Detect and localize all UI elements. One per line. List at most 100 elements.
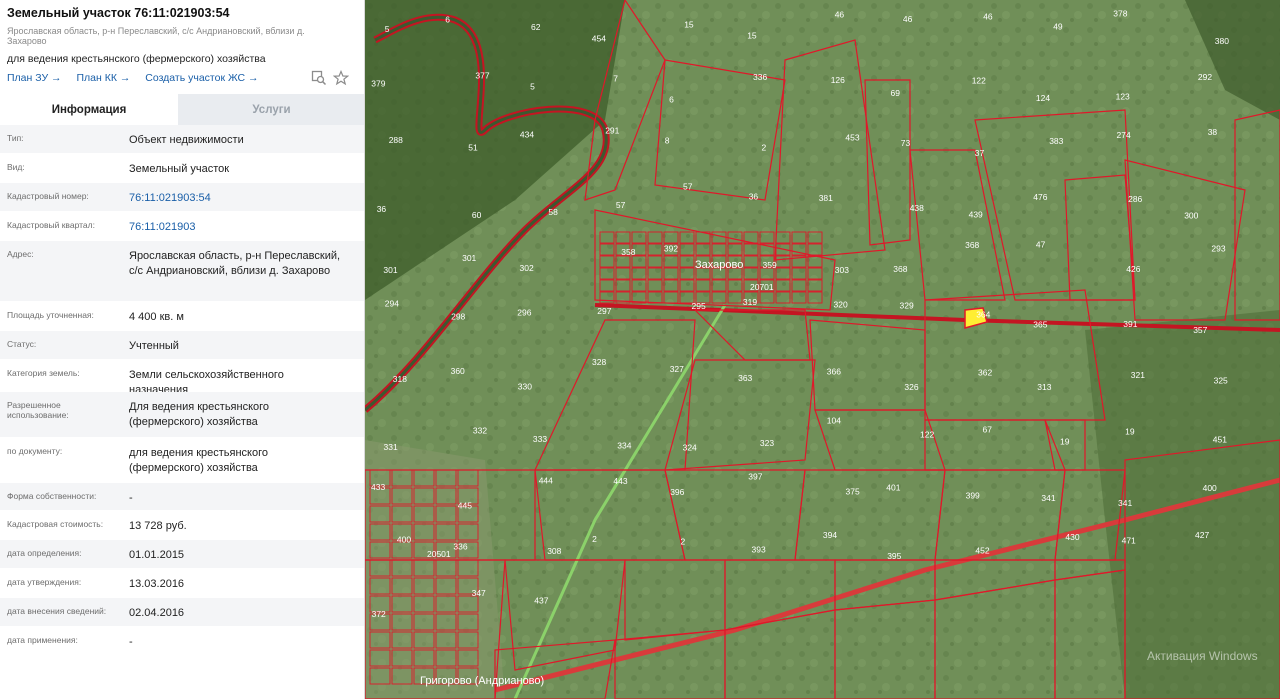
parcel-number-label: 36 <box>377 204 387 214</box>
info-row-value: - <box>129 492 133 504</box>
star-icon[interactable] <box>333 70 349 86</box>
info-row-label: Кадастровый номер: <box>7 191 89 201</box>
parcel-number-label: 126 <box>831 75 845 85</box>
info-row-value: 4 400 кв. м <box>129 311 184 323</box>
parcel-number-label: 341 <box>1118 498 1132 508</box>
info-row-label: Форма собственности: <box>7 491 97 501</box>
parcel-number-label: 454 <box>592 33 606 43</box>
parcel-number-label: 379 <box>371 78 385 88</box>
create-parcel-link[interactable]: Создать участок ЖС → <box>145 72 258 84</box>
parcel-number-label: 308 <box>547 546 561 556</box>
parcel-number-label: 122 <box>972 76 986 86</box>
parcel-number-label: 37 <box>975 148 985 158</box>
parcel-number-label: 295 <box>692 301 706 311</box>
info-row-value: Объект недвижимости <box>129 134 244 146</box>
parcel-number-label: 286 <box>1128 194 1142 204</box>
parcel-number-label: 6 <box>669 95 674 105</box>
parcel-number-label: 46 <box>903 14 913 24</box>
parcel-number-label: 347 <box>472 588 486 598</box>
parcel-number-label: 471 <box>1122 536 1136 546</box>
info-row-value: Учтенный <box>129 340 179 352</box>
parcel-number-label: 383 <box>1049 136 1063 146</box>
parcel-number-label: 360 <box>451 366 465 376</box>
info-row: Кадастровый номер: 76:11:021903:54 <box>0 183 364 212</box>
parcel-number-label: 380 <box>1215 36 1229 46</box>
parcel-number-label: 15 <box>684 19 694 29</box>
parcel-number-label: 319 <box>743 297 757 307</box>
info-row: Адрес: Ярославская область, р-н Переславс… <box>0 241 364 302</box>
info-row-label: Кадастровая стоимость: <box>7 519 104 529</box>
info-row: Кадастровая стоимость: 13 728 руб. <box>0 511 364 540</box>
parcel-number-label: 301 <box>462 253 476 263</box>
parcel-number-label: 313 <box>1037 382 1051 392</box>
parcel-number-label: 60 <box>472 210 482 220</box>
parcel-number-label: 326 <box>904 382 918 392</box>
parcel-number-label: 300 <box>1184 211 1198 221</box>
info-row-label: дата определения: <box>7 548 82 558</box>
parcel-number-label: 51 <box>468 143 478 153</box>
parcel-number-label: 336 <box>453 542 467 552</box>
parcel-number-label: 36 <box>749 192 759 202</box>
parcel-number-label: 67 <box>983 425 993 435</box>
info-row-label: Категория земель: <box>7 368 80 378</box>
parcel-number-label: 123 <box>1116 92 1130 102</box>
parcel-number-label: 377 <box>475 71 489 81</box>
info-row-label: Кадастровый квартал: <box>7 220 95 230</box>
info-row-value: Земельный участок <box>129 163 230 175</box>
parcel-purpose: для ведения крестьянского (фермерского) … <box>7 53 266 65</box>
plan-zu-link[interactable]: План ЗУ → <box>7 72 62 84</box>
info-row-label: дата утверждения: <box>7 577 82 587</box>
info-row-value: Для ведения крестьянского (фермерского) … <box>129 401 270 428</box>
info-row-label: Тип: <box>7 133 24 143</box>
parcel-number-label: 378 <box>1113 9 1127 19</box>
info-row-value: для ведения крестьянского (фермерского) … <box>129 447 269 474</box>
cadastral-map[interactable]: 5 6 62 454 15 15 46 46 46 49 378 380 379 377 5 7 6 336 126… <box>365 0 1280 699</box>
search-map-icon[interactable] <box>311 70 327 86</box>
parcel-number-label: 320 <box>834 300 848 310</box>
info-row-label: Статус: <box>7 339 37 349</box>
cadastral-link[interactable]: 76:11:021903 <box>129 220 344 235</box>
village-area <box>365 440 505 699</box>
parcel-number-label: 104 <box>827 415 841 425</box>
parcel-number-label: 2 <box>592 534 597 544</box>
info-row: Категория земель: Земли сельскохозяйствен… <box>0 360 364 396</box>
parcel-number-label: 62 <box>531 22 541 32</box>
parcel-number-label: 5 <box>385 24 390 34</box>
info-row: Форма собственности: - <box>0 483 364 511</box>
parcel-number-label: 399 <box>966 491 980 501</box>
cadastral-link[interactable]: 76:11:021903:54 <box>129 191 344 206</box>
parcel-number-label: 443 <box>613 476 627 486</box>
parcel-number-label: 375 <box>846 486 860 496</box>
info-row-label: дата внесения сведений: <box>7 606 107 616</box>
parcel-number-label: 325 <box>1214 375 1228 385</box>
parcel-number-label: 19 <box>1125 426 1135 436</box>
info-row-label: Адрес: <box>7 249 34 259</box>
plan-kk-link[interactable]: План КК → <box>76 72 130 84</box>
info-row-value: 01.01.2015 <box>129 549 185 561</box>
parcel-number-label: 303 <box>835 265 849 275</box>
parcel-number-label: 372 <box>372 609 386 619</box>
parcel-number-label: 46 <box>835 9 845 19</box>
parcel-number-label: 328 <box>592 357 606 367</box>
parcel-number-label: 427 <box>1195 530 1209 540</box>
parcel-number-label: 341 <box>1041 493 1055 503</box>
parcel-number-label: 47 <box>1036 240 1046 250</box>
tab-information[interactable]: Информация <box>0 94 178 125</box>
parcel-number-label: 330 <box>518 381 532 391</box>
parcel-number-label: 393 <box>752 544 766 554</box>
parcel-number-label: 400 <box>397 534 411 544</box>
parcel-number-label: 5 <box>530 82 535 92</box>
parcel-number-label: 426 <box>1126 264 1140 274</box>
parcel-number-label: 363 <box>738 373 752 383</box>
map-canvas[interactable]: 5662454151546 46 4649378380379377576336 126… <box>365 0 1280 699</box>
parcel-number-label: 358 <box>621 247 635 257</box>
parcel-number-label: 323 <box>760 438 774 448</box>
parcel-number-label: 302 <box>520 263 534 273</box>
info-row-value: - <box>129 636 133 648</box>
info-row-label: Вид: <box>7 162 25 172</box>
parcel-number-label: 401 <box>886 483 900 493</box>
info-row: дата применения: - <box>0 627 364 655</box>
tab-services[interactable]: Услуги <box>178 94 364 125</box>
parcel-number-label: 400 <box>1203 483 1217 493</box>
info-table: Тип: Объект недвижимости Вид: Земельный уча… <box>0 125 364 655</box>
